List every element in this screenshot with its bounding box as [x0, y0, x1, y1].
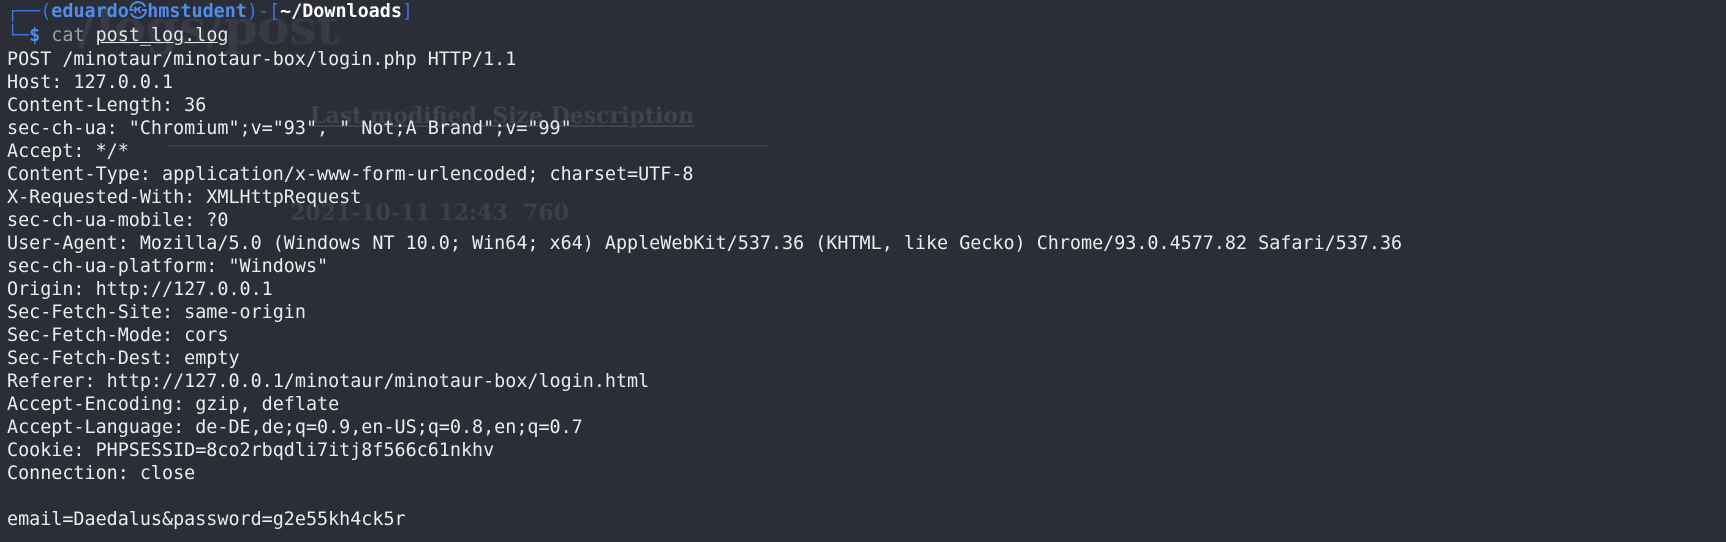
output-line: Host: 127.0.0.1	[7, 72, 174, 93]
output-line: sec-ch-ua-platform: "Windows"	[7, 256, 329, 277]
output-line: X-Requested-With: XMLHttpRequest	[7, 187, 362, 208]
command-name: cat	[51, 25, 85, 46]
output-line: Cookie: PHPSESSID=8co2rbqdli7itj8f566c61…	[7, 440, 495, 461]
output-line: Origin: http://127.0.0.1	[7, 279, 273, 300]
prompt-cwd: ~/Downloads	[280, 1, 402, 22]
command-output: POST /minotaur/minotaur-box/login.php HT…	[7, 48, 1726, 531]
terminal-content: ┌──(eduardo㉿hmstudent)-[~/Downloads] └─$…	[7, 0, 1726, 531]
prompt-corner-top: ┌──(	[7, 1, 52, 22]
prompt-user: eduardo	[51, 1, 129, 22]
output-line: Sec-Fetch-Site: same-origin	[7, 302, 306, 323]
output-line: Content-Length: 36	[7, 95, 207, 116]
output-line: POST /minotaur/minotaur-box/login.php HT…	[7, 49, 517, 70]
prompt-command-line: └─$ cat post_log.log	[7, 24, 1726, 48]
prompt-dollar: $	[29, 25, 41, 46]
output-line: Sec-Fetch-Dest: empty	[7, 348, 240, 369]
prompt-host: hmstudent	[147, 1, 247, 22]
prompt-close: ]	[401, 1, 413, 22]
output-line: User-Agent: Mozilla/5.0 (Windows NT 10.0…	[7, 233, 1403, 254]
terminal-window[interactable]: /logs/post Last modified Size Descriptio…	[0, 0, 1726, 542]
output-line: email=Daedalus&password=g2e55kh4ck5r	[7, 509, 406, 530]
output-line: Sec-Fetch-Mode: cors	[7, 325, 229, 346]
skull-icon: ㉿	[128, 1, 148, 22]
output-line: sec-ch-ua-mobile: ?0	[7, 210, 229, 231]
command-argument: post_log.log	[95, 25, 229, 46]
output-line: Accept-Language: de-DE,de;q=0.9,en-US;q=…	[7, 417, 583, 438]
output-line: sec-ch-ua: "Chromium";v="93", " Not;A Br…	[7, 118, 572, 139]
output-line: Referer: http://127.0.0.1/minotaur/minot…	[7, 371, 650, 392]
output-line: Accept-Encoding: gzip, deflate	[7, 394, 340, 415]
output-line: Content-Type: application/x-www-form-url…	[7, 164, 694, 185]
output-line: Accept: */*	[7, 141, 129, 162]
output-line: Connection: close	[7, 463, 196, 484]
prompt-corner-bottom: └─	[7, 25, 30, 46]
prompt-header: ┌──(eduardo㉿hmstudent)-[~/Downloads]	[7, 0, 1726, 24]
prompt-separator: )-[	[246, 1, 281, 22]
